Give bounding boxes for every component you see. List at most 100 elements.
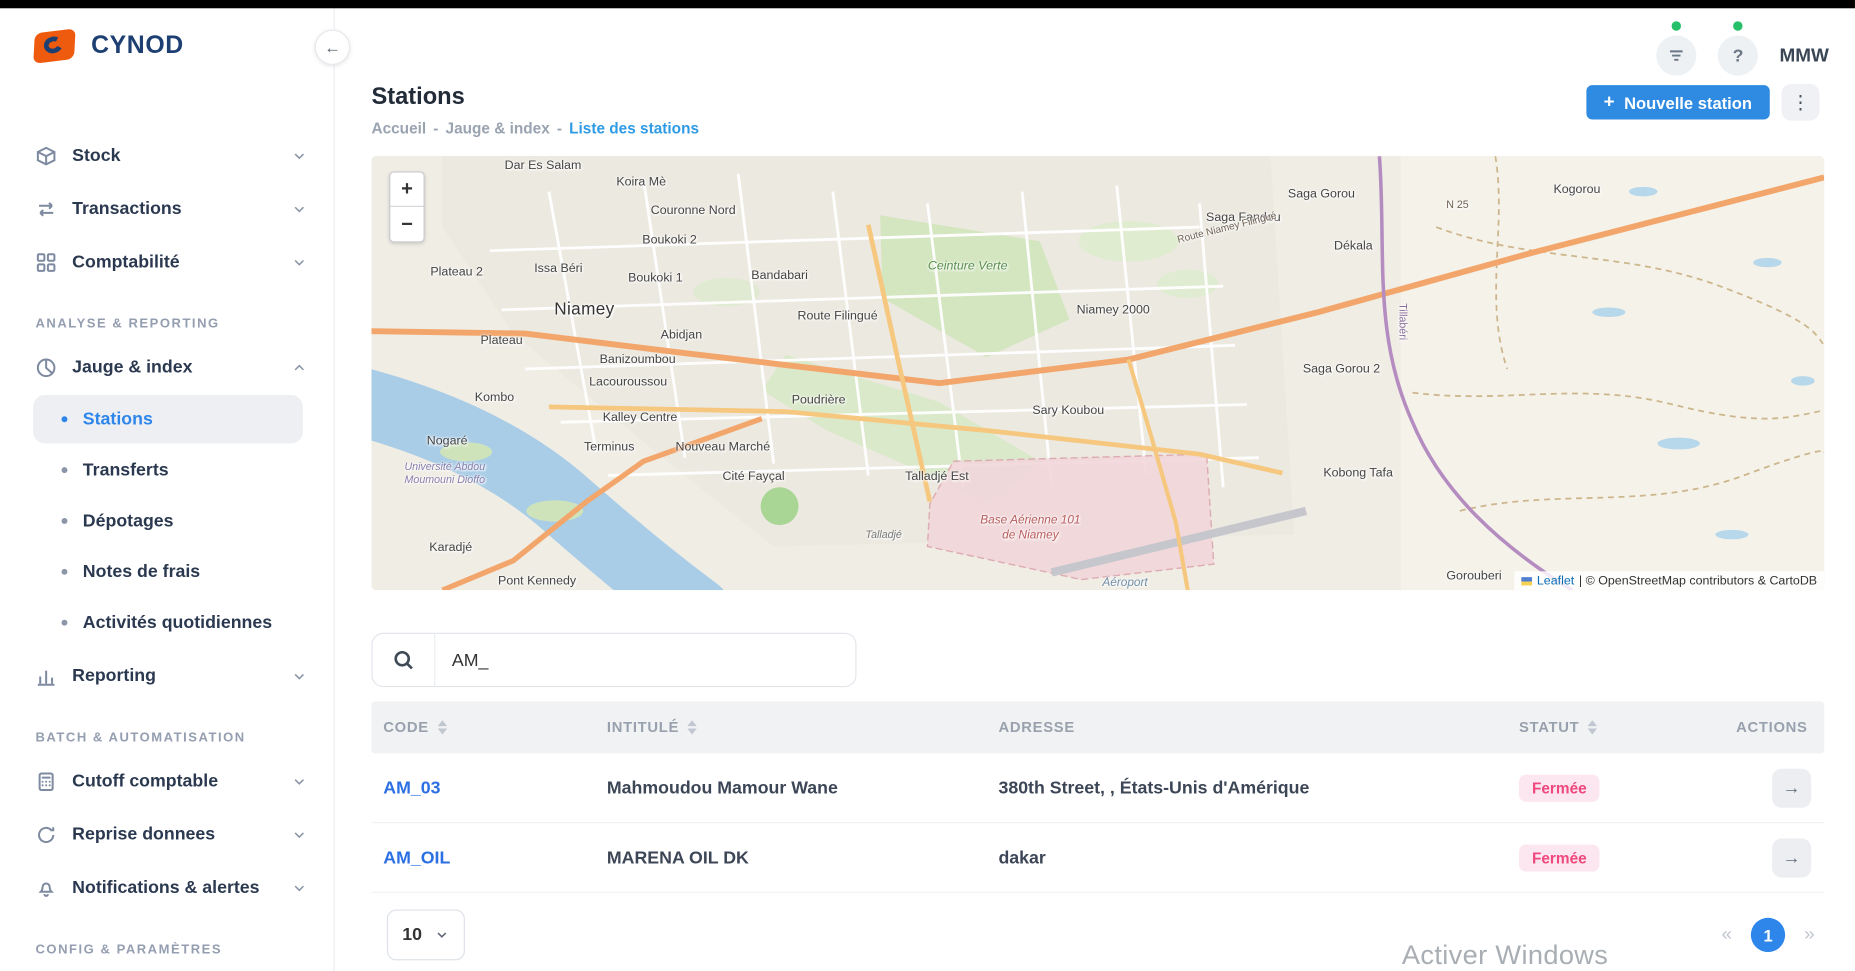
status-online-dot — [1672, 21, 1681, 30]
chevron-down-icon — [291, 668, 308, 685]
sidebar-item-label: Notes de frais — [83, 562, 200, 582]
station-address: 380th Street, , États-Unis d'Amérique — [998, 778, 1519, 798]
sidebar-item-notifications-alertes[interactable]: Notifications & alertes — [0, 861, 334, 914]
leaflet-link[interactable]: Leaflet — [1537, 574, 1574, 588]
station-address: dakar — [998, 847, 1519, 867]
sidebar-item-reprise-donnees[interactable]: Reprise donnees — [0, 808, 334, 861]
sidebar-collapse-button[interactable]: ← — [315, 30, 350, 65]
page-size-value: 10 — [402, 925, 422, 945]
sort-icon[interactable] — [1588, 720, 1597, 734]
sort-icon[interactable] — [687, 720, 696, 734]
column-header-statut[interactable]: STATUT — [1519, 719, 1735, 736]
stations-map[interactable]: Dar Es SalamKoira MèCouronne NordBoukoki… — [371, 156, 1824, 590]
search-icon — [373, 634, 435, 686]
bell-icon — [35, 877, 56, 898]
page-number-current[interactable]: 1 — [1751, 918, 1785, 952]
header-filter-wrap — [1656, 20, 1696, 76]
column-label: CODE — [383, 719, 429, 736]
sidebar-item-label: Stock — [72, 145, 120, 165]
chevron-down-icon — [291, 773, 308, 790]
sidebar-nav: Stock Transactions Comptabilité ANALYSE … — [0, 77, 334, 966]
bullet-icon — [62, 620, 68, 626]
zoom-out-button[interactable]: − — [390, 207, 423, 241]
sidebar-item-label: Transactions — [72, 199, 181, 219]
sidebar-item-depotages[interactable]: Dépotages — [33, 497, 303, 545]
logo[interactable]: CYNOD — [0, 8, 334, 77]
zoom-in-button[interactable]: + — [390, 173, 423, 207]
station-code-link[interactable]: AM_03 — [371, 778, 606, 798]
sidebar-item-notes-de-frais[interactable]: Notes de frais — [33, 548, 303, 596]
bar-chart-icon — [35, 665, 56, 686]
breadcrumb: Accueil-Jauge & index-Liste des stations — [371, 119, 699, 137]
sidebar-item-transferts[interactable]: Transferts — [33, 446, 303, 494]
breadcrumb-accueil[interactable]: Accueil — [371, 119, 426, 137]
filter-icon[interactable] — [1656, 35, 1696, 75]
cynod-logo-icon — [31, 27, 81, 65]
sidebar-item-stations[interactable]: Stations — [33, 395, 303, 443]
chevron-down-icon — [291, 147, 308, 164]
user-avatar[interactable]: MMW — [1780, 46, 1829, 67]
sidebar: CYNOD Stock Transactions Comptabilité AN… — [0, 8, 335, 971]
sidebar-item-label: Reprise donnees — [72, 824, 215, 844]
sidebar-item-label: Notifications & alertes — [72, 878, 259, 898]
next-page-button[interactable]: » — [1804, 924, 1815, 945]
window-top-edge — [0, 0, 1855, 8]
sidebar-item-comptabilite[interactable]: Comptabilité — [0, 235, 334, 288]
header-actions: ? MMW — [1656, 20, 1828, 76]
plus-icon: + — [1604, 92, 1615, 113]
chevron-down-icon — [291, 826, 308, 843]
previous-page-button[interactable]: « — [1721, 924, 1732, 945]
open-station-button[interactable]: → — [1772, 768, 1811, 807]
page-controls: « 1 » — [1721, 918, 1814, 952]
refresh-icon — [35, 824, 56, 845]
chevron-down-icon — [434, 927, 449, 942]
kebab-menu-icon: ⋮ — [1791, 93, 1810, 113]
arrow-right-icon: → — [1783, 778, 1801, 798]
stock-box-icon — [35, 145, 56, 166]
page-size-select[interactable]: 10 — [387, 909, 465, 960]
breadcrumb-liste-des-stations[interactable]: Liste des stations — [569, 119, 699, 137]
column-header-intitule[interactable]: INTITULÉ — [607, 719, 999, 736]
column-label: STATUT — [1519, 719, 1579, 736]
sidebar-item-jauge-index[interactable]: Jauge & index — [0, 341, 334, 394]
more-options-button[interactable]: ⋮ — [1782, 84, 1820, 121]
breadcrumb-jauge-index[interactable]: Jauge & index — [446, 119, 550, 137]
new-station-label: Nouvelle station — [1624, 93, 1752, 112]
sidebar-item-stock[interactable]: Stock — [0, 129, 334, 182]
column-label: INTITULÉ — [607, 719, 679, 736]
sidebar-item-activites-quotidiennes[interactable]: Activités quotidiennes — [33, 598, 303, 646]
app-window: CYNOD Stock Transactions Comptabilité AN… — [0, 0, 1855, 971]
chevron-down-icon — [291, 879, 308, 896]
page-title: Stations — [371, 84, 699, 111]
sort-icon[interactable] — [437, 720, 446, 734]
arrow-left-icon: ← — [324, 38, 341, 57]
sidebar-item-reporting[interactable]: Reporting — [0, 649, 334, 702]
ukraine-flag-icon — [1522, 577, 1533, 585]
station-code-link[interactable]: AM_OIL — [371, 847, 606, 867]
status-badge: Fermée — [1519, 774, 1600, 801]
help-icon[interactable]: ? — [1718, 35, 1758, 75]
sidebar-item-label: Dépotages — [83, 511, 174, 531]
column-label: ADRESSE — [998, 719, 1074, 736]
title-actions: + Nouvelle station ⋮ — [1586, 84, 1820, 121]
search-input[interactable] — [434, 634, 855, 686]
stations-table: CODE INTITULÉ ADRESSE STATUT — [371, 701, 1824, 893]
logo-text: CYNOD — [91, 32, 184, 60]
section-analyse-reporting: ANALYSE & REPORTING — [0, 289, 334, 341]
table-header: CODE INTITULÉ ADRESSE STATUT — [371, 701, 1824, 753]
column-header-code[interactable]: CODE — [371, 719, 606, 736]
chevron-down-icon — [291, 254, 308, 271]
transactions-arrows-icon — [35, 198, 56, 219]
new-station-button[interactable]: + Nouvelle station — [1586, 85, 1770, 119]
bullet-icon — [62, 467, 68, 473]
calculator-icon — [35, 771, 56, 792]
bullet-icon — [62, 569, 68, 575]
open-station-button[interactable]: → — [1772, 838, 1811, 877]
sidebar-item-label: Activités quotidiennes — [83, 613, 272, 633]
column-header-adresse: ADRESSE — [998, 719, 1519, 736]
content: Stations Accueil-Jauge & index-Liste des… — [336, 8, 1855, 960]
sidebar-item-transactions[interactable]: Transactions — [0, 182, 334, 235]
sidebar-item-cutoff-comptable[interactable]: Cutoff comptable — [0, 755, 334, 808]
chevron-up-icon — [291, 359, 308, 376]
bullet-icon — [62, 416, 68, 422]
